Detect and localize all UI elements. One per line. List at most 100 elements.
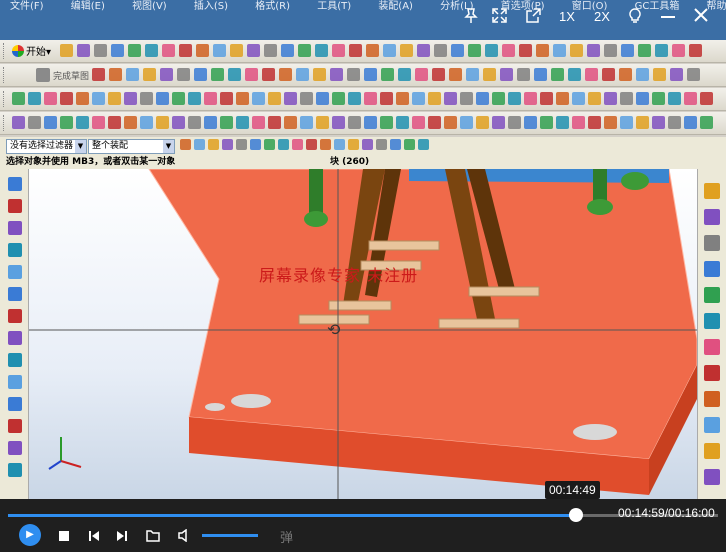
toolbar-tool-icon[interactable] <box>292 139 303 150</box>
toolbar-tool-icon[interactable] <box>347 68 360 81</box>
toolbar-tool-icon[interactable] <box>330 68 343 81</box>
toolbar-tool-icon[interactable] <box>460 92 473 105</box>
toolbar-tool-icon[interactable] <box>362 139 373 150</box>
toolbar-tool-icon[interactable] <box>140 116 153 129</box>
toolbar-tool-icon[interactable] <box>111 44 124 57</box>
toolbar-tool-icon[interactable] <box>540 92 553 105</box>
toolbar-tool-icon[interactable] <box>483 68 496 81</box>
toolbar-tool-icon[interactable] <box>284 116 297 129</box>
speed-2x-button[interactable]: 2X <box>594 9 610 24</box>
toolbar-tool-icon[interactable] <box>222 139 233 150</box>
toolbar-tool-icon[interactable] <box>444 116 457 129</box>
next-button[interactable] <box>116 530 128 542</box>
toolbar-tool-icon[interactable] <box>194 139 205 150</box>
toolbar-tool-icon[interactable] <box>60 116 73 129</box>
pop-out-icon[interactable] <box>526 8 541 23</box>
toolbar-tool-icon[interactable] <box>492 92 505 105</box>
toolbar-tool-icon[interactable] <box>636 68 649 81</box>
toolbar-tool-icon[interactable] <box>500 68 513 81</box>
toolbar-tool-icon[interactable] <box>428 116 441 129</box>
resource-tool-icon[interactable] <box>704 417 720 433</box>
toolbar-tool-icon[interactable] <box>262 68 275 81</box>
toolbar-tool-icon[interactable] <box>44 92 57 105</box>
toolbar-tool-icon[interactable] <box>689 44 702 57</box>
toolbar-tool-icon[interactable] <box>250 139 261 150</box>
resource-tool-icon[interactable] <box>8 331 22 345</box>
toolbar-tool-icon[interactable] <box>236 116 249 129</box>
resource-tool-icon[interactable] <box>704 261 720 277</box>
toolbar-tool-icon[interactable] <box>466 68 479 81</box>
toolbar-tool-icon[interactable] <box>588 92 601 105</box>
toolbar-tool-icon[interactable] <box>553 44 566 57</box>
close-icon[interactable] <box>694 8 708 22</box>
toolbar-tool-icon[interactable] <box>284 92 297 105</box>
toolbar-grip[interactable] <box>3 115 7 131</box>
resource-tool-icon[interactable] <box>8 441 22 455</box>
toolbar-tool-icon[interactable] <box>12 116 25 129</box>
toolbar-tool-icon[interactable] <box>540 116 553 129</box>
toolbar-grip[interactable] <box>3 91 7 107</box>
toolbar-tool-icon[interactable] <box>92 92 105 105</box>
toolbar-tool-icon[interactable] <box>604 92 617 105</box>
toolbar-tool-icon[interactable] <box>502 44 515 57</box>
toolbar-tool-icon[interactable] <box>524 116 537 129</box>
menu-assembly[interactable]: 装配(A) <box>378 1 413 12</box>
toolbar-tool-icon[interactable] <box>160 68 173 81</box>
toolbar-tool-icon[interactable] <box>76 92 89 105</box>
danmaku-toggle[interactable]: 弹 <box>280 527 293 546</box>
toolbar-tool-icon[interactable] <box>396 92 409 105</box>
toolbar-tool-icon[interactable] <box>77 44 90 57</box>
resource-tool-icon[interactable] <box>8 221 22 235</box>
toolbar-tool-icon[interactable] <box>415 68 428 81</box>
toolbar-tool-icon[interactable] <box>76 116 89 129</box>
toolbar-tool-icon[interactable] <box>668 92 681 105</box>
toolbar-tool-icon[interactable] <box>316 116 329 129</box>
toolbar-tool-icon[interactable] <box>60 92 73 105</box>
toolbar-tool-icon[interactable] <box>684 92 697 105</box>
toolbar-tool-icon[interactable] <box>108 116 121 129</box>
toolbar-tool-icon[interactable] <box>156 116 169 129</box>
toolbar-tool-icon[interactable] <box>213 44 226 57</box>
toolbar-tool-icon[interactable] <box>476 92 489 105</box>
toolbar-tool-icon[interactable] <box>332 44 345 57</box>
toolbar-tool-icon[interactable] <box>236 139 247 150</box>
menu-view[interactable]: 视图(V) <box>132 1 167 12</box>
toolbar-tool-icon[interactable] <box>451 44 464 57</box>
toolbar-tool-icon[interactable] <box>652 116 665 129</box>
toolbar-tool-icon[interactable] <box>128 44 141 57</box>
toolbar-tool-icon[interactable] <box>364 116 377 129</box>
toolbar-tool-icon[interactable] <box>296 68 309 81</box>
toolbar-tool-icon[interactable] <box>380 92 393 105</box>
toolbar-tool-icon[interactable] <box>604 44 617 57</box>
toolbar-tool-icon[interactable] <box>349 44 362 57</box>
resource-tool-icon[interactable] <box>8 199 22 213</box>
resource-tool-icon[interactable] <box>8 463 22 477</box>
resource-tool-icon[interactable] <box>8 287 22 301</box>
toolbar-tool-icon[interactable] <box>396 116 409 129</box>
toolbar-tool-icon[interactable] <box>687 68 700 81</box>
toolbar-tool-icon[interactable] <box>313 68 326 81</box>
resource-tool-icon[interactable] <box>704 391 720 407</box>
toolbar-tool-icon[interactable] <box>252 92 265 105</box>
menu-tools[interactable]: 工具(T) <box>317 1 351 12</box>
toolbar-tool-icon[interactable] <box>636 116 649 129</box>
resource-tool-icon[interactable] <box>8 265 22 279</box>
toolbar-tool-icon[interactable] <box>28 92 41 105</box>
toolbar-tool-icon[interactable] <box>390 139 401 150</box>
toolbar-tool-icon[interactable] <box>655 44 668 57</box>
toolbar-tool-icon[interactable] <box>124 92 137 105</box>
toolbar-tool-icon[interactable] <box>60 44 73 57</box>
open-folder-icon[interactable] <box>146 529 161 542</box>
toolbar-tool-icon[interactable] <box>348 139 359 150</box>
toolbar-tool-icon[interactable] <box>684 116 697 129</box>
toolbar-tool-icon[interactable] <box>220 116 233 129</box>
pin-icon[interactable] <box>464 8 478 24</box>
toolbar-tool-icon[interactable] <box>264 139 275 150</box>
toolbar-tool-icon[interactable] <box>638 44 651 57</box>
toolbar-tool-icon[interactable] <box>188 116 201 129</box>
toolbar-tool-icon[interactable] <box>417 44 430 57</box>
toolbar-tool-icon[interactable] <box>556 116 569 129</box>
toolbar-tool-icon[interactable] <box>517 68 530 81</box>
toolbar-tool-icon[interactable] <box>332 92 345 105</box>
resource-tool-icon[interactable] <box>704 339 720 355</box>
